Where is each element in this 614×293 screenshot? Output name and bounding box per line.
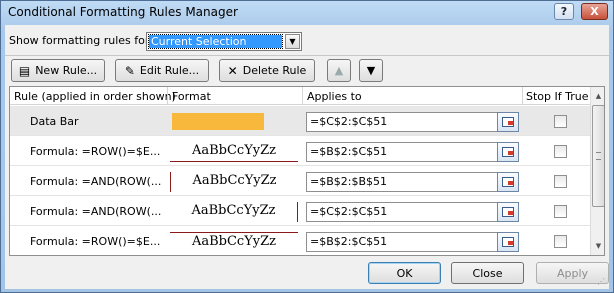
applies-to-field[interactable]: =$B$2:$C$51 bbox=[306, 142, 518, 162]
rule-name: Data Bar bbox=[30, 115, 79, 128]
new-rule-label: New Rule... bbox=[35, 64, 98, 77]
rule-name: Formula: =AND(ROW(... bbox=[30, 175, 162, 188]
col-header-applies: Applies to bbox=[307, 90, 362, 103]
format-preview: AaBbCcYyZz bbox=[170, 202, 298, 222]
rule-row[interactable]: Formula: =AND(ROW(... AaBbCcYyZz =$B$2:$… bbox=[10, 166, 590, 196]
stop-if-true-checkbox[interactable] bbox=[554, 235, 567, 248]
show-rules-label: Show formatting rules for: bbox=[9, 34, 153, 47]
rules-manager-dialog: Conditional Formatting Rules Manager ? X… bbox=[0, 0, 614, 293]
format-preview: AaBbCcYyZz bbox=[170, 172, 298, 192]
column-divider bbox=[302, 87, 303, 105]
databar-preview bbox=[172, 113, 264, 130]
range-select-button[interactable] bbox=[497, 112, 519, 132]
close-button[interactable]: Close bbox=[451, 262, 524, 284]
help-icon: ? bbox=[560, 5, 568, 18]
scroll-up-icon[interactable]: ▲ bbox=[591, 88, 604, 104]
rule-row[interactable]: Formula: =ROW()=$E... AaBbCcYyZz =$B$2:$… bbox=[10, 136, 590, 166]
col-header-stop: Stop If True bbox=[526, 90, 589, 103]
divider bbox=[5, 55, 609, 56]
triangle-up-icon: ▲ bbox=[334, 64, 344, 77]
range-select-icon bbox=[502, 147, 514, 157]
stop-if-true-checkbox[interactable] bbox=[554, 115, 567, 128]
rule-name: Formula: =AND(ROW(... bbox=[30, 205, 162, 218]
show-rules-selected: Current Selection bbox=[148, 34, 283, 49]
column-divider bbox=[522, 87, 523, 105]
close-icon: X bbox=[590, 5, 599, 18]
rule-row[interactable]: Data Bar =$C$2:$C$51 bbox=[10, 106, 590, 136]
applies-to-field[interactable]: =$B$2:$C$51 bbox=[306, 232, 518, 252]
rule-row[interactable]: Formula: =AND(ROW(... AaBbCcYyZz =$C$2:$… bbox=[10, 196, 590, 226]
move-down-button[interactable]: ▼ bbox=[359, 59, 383, 82]
resize-grip-icon[interactable]: ⋰ bbox=[597, 277, 607, 287]
triangle-down-icon: ▼ bbox=[366, 64, 376, 77]
delete-rule-button[interactable]: ✕ Delete Rule bbox=[219, 59, 315, 82]
range-select-icon bbox=[502, 117, 514, 127]
range-select-icon bbox=[502, 207, 514, 217]
move-up-button[interactable]: ▲ bbox=[327, 59, 351, 82]
scroll-down-icon[interactable]: ▼ bbox=[591, 238, 604, 254]
edit-rule-icon: ✎ bbox=[124, 63, 135, 78]
range-select-button[interactable] bbox=[497, 232, 519, 252]
range-select-icon bbox=[502, 177, 514, 187]
col-header-format: Format bbox=[172, 90, 211, 103]
format-preview: AaBbCcYyZz bbox=[170, 232, 298, 252]
rules-grid: Rule (applied in order shown) Format App… bbox=[9, 86, 605, 256]
stop-if-true-checkbox[interactable] bbox=[554, 175, 567, 188]
dialog-title: Conditional Formatting Rules Manager bbox=[8, 5, 238, 19]
range-select-button[interactable] bbox=[497, 172, 519, 192]
column-divider bbox=[167, 87, 168, 105]
edit-rule-button[interactable]: ✎ Edit Rule... bbox=[115, 59, 209, 82]
rule-row[interactable]: Formula: =ROW()=$E... AaBbCcYyZz =$B$2:$… bbox=[10, 226, 590, 255]
applies-to-field[interactable]: =$C$2:$C$51 bbox=[306, 112, 518, 132]
rule-name: Formula: =ROW()=$E... bbox=[30, 145, 161, 158]
delete-x-icon: ✕ bbox=[227, 63, 238, 78]
new-rule-button[interactable]: ▤ New Rule... bbox=[11, 59, 105, 82]
format-preview: AaBbCcYyZz bbox=[170, 142, 298, 162]
delete-rule-label: Delete Rule bbox=[242, 64, 307, 77]
applies-to-field[interactable]: =$C$2:$C$51 bbox=[306, 202, 518, 222]
range-select-icon bbox=[502, 237, 514, 247]
ok-button[interactable]: OK bbox=[368, 262, 441, 284]
grid-header: Rule (applied in order shown) Format App… bbox=[10, 87, 590, 105]
range-select-button[interactable] bbox=[497, 202, 519, 222]
edit-rule-label: Edit Rule... bbox=[139, 64, 200, 77]
show-rules-dropdown[interactable]: Current Selection ▼ bbox=[146, 32, 302, 51]
dialog-body: Show formatting rules for: Current Selec… bbox=[5, 25, 609, 289]
scroll-thumb[interactable] bbox=[592, 105, 604, 207]
rule-name: Formula: =ROW()=$E... bbox=[30, 235, 161, 248]
range-select-button[interactable] bbox=[497, 142, 519, 162]
applies-to-field[interactable]: =$B$2:$B$51 bbox=[306, 172, 518, 192]
stop-if-true-checkbox[interactable] bbox=[554, 145, 567, 158]
col-header-rule: Rule (applied in order shown) bbox=[14, 90, 176, 103]
title-bar[interactable]: Conditional Formatting Rules Manager ? X bbox=[1, 1, 613, 25]
close-window-button[interactable]: X bbox=[581, 3, 608, 20]
chevron-down-icon[interactable]: ▼ bbox=[285, 34, 300, 49]
vertical-scrollbar[interactable]: ▲ ▼ bbox=[590, 87, 604, 255]
stop-if-true-checkbox[interactable] bbox=[554, 205, 567, 218]
new-rule-icon: ▤ bbox=[18, 63, 31, 78]
help-button[interactable]: ? bbox=[554, 3, 574, 20]
